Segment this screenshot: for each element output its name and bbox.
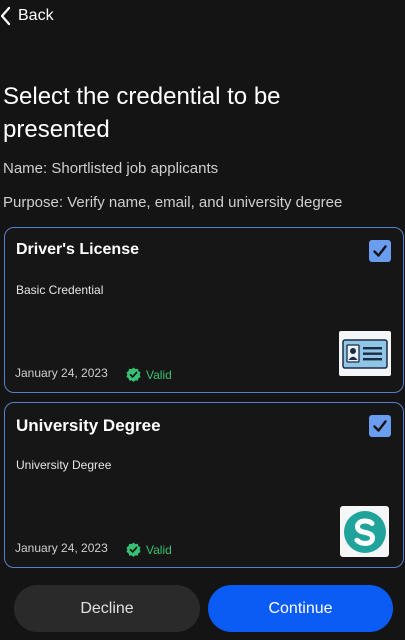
status-label: Valid xyxy=(146,542,172,557)
status-badge: Valid xyxy=(126,542,172,557)
credential-title: University Degree xyxy=(16,416,161,435)
credential-date: January 24, 2023 xyxy=(15,366,108,380)
credential-checkbox[interactable] xyxy=(369,240,391,262)
credential-image xyxy=(340,506,389,557)
credential-type: Basic Credential xyxy=(16,283,104,297)
status-label: Valid xyxy=(146,367,172,382)
credential-checkbox[interactable] xyxy=(369,415,391,437)
request-name: Name: Shortlisted job applicants xyxy=(3,160,219,177)
back-button[interactable]: Back xyxy=(0,4,54,28)
back-label: Back xyxy=(18,7,54,24)
credential-image xyxy=(339,331,391,376)
checkmark-icon xyxy=(373,420,387,432)
verified-badge-icon xyxy=(126,367,141,382)
credential-date: January 24, 2023 xyxy=(15,541,108,555)
credential-type: University Degree xyxy=(16,458,112,472)
request-purpose: Purpose: Verify name, email, and univers… xyxy=(3,194,343,211)
decline-button[interactable]: Decline xyxy=(14,585,200,632)
checkmark-icon xyxy=(373,245,387,257)
credential-card-university-degree[interactable]: University Degree University Degree Janu… xyxy=(4,402,404,568)
id-card-icon xyxy=(342,338,388,369)
credential-card-drivers-license[interactable]: Driver's License Basic Credential Januar… xyxy=(4,227,404,393)
chevron-left-icon xyxy=(0,6,11,26)
status-badge: Valid xyxy=(126,367,172,382)
university-s-logo-icon xyxy=(343,510,386,553)
credential-title: Driver's License xyxy=(16,241,139,258)
continue-button[interactable]: Continue xyxy=(208,585,393,632)
verified-badge-icon xyxy=(126,542,141,557)
page-title: Select the credential to be presented xyxy=(3,83,281,143)
